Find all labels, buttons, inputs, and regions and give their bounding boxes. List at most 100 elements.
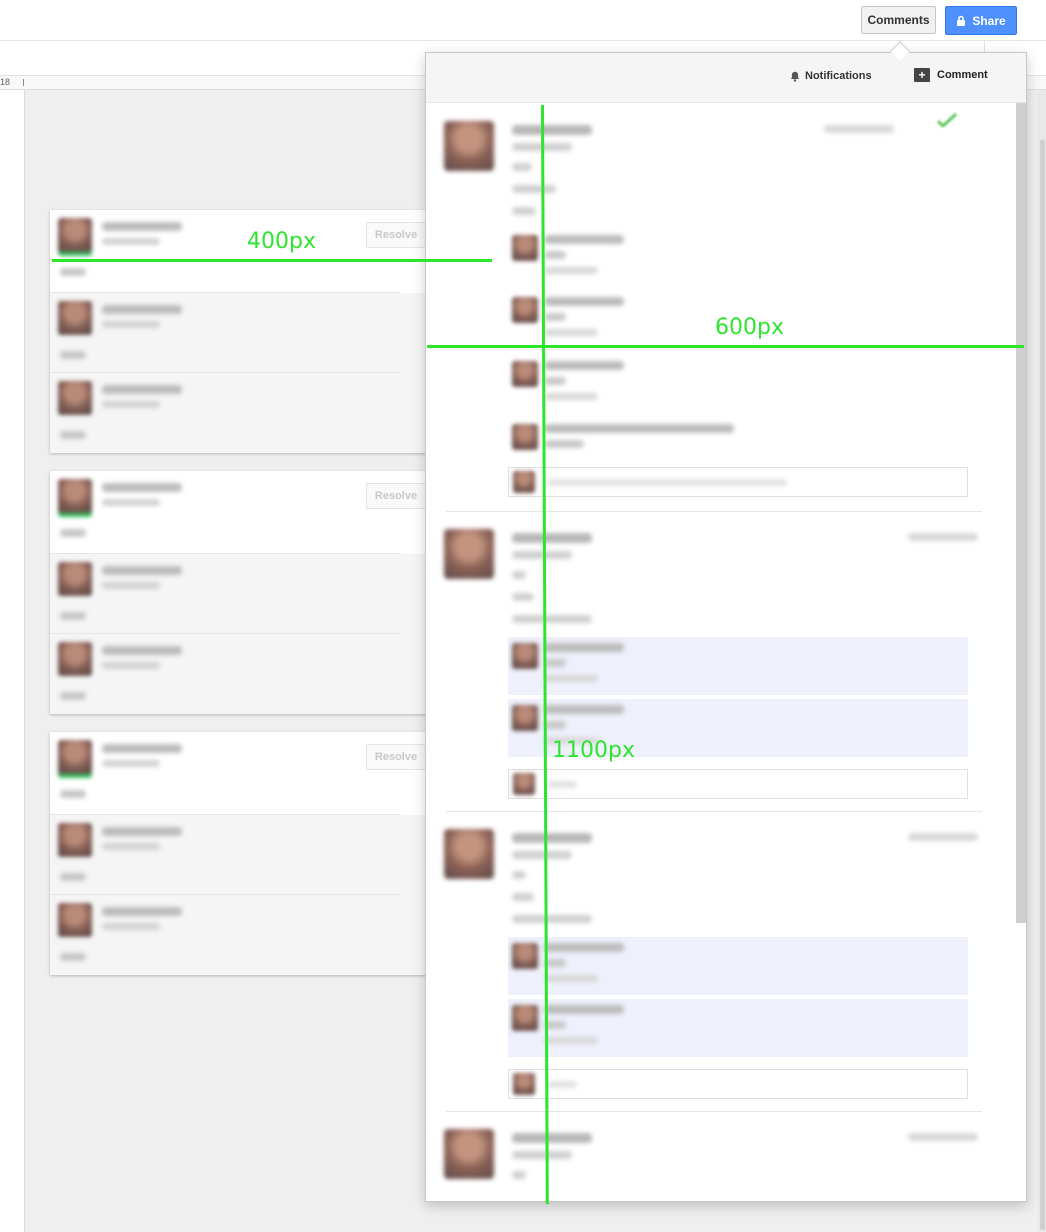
reply-text [544, 251, 566, 259]
author-name [102, 907, 182, 916]
avatar [58, 740, 92, 774]
resolve-button-label: Resolve [374, 229, 418, 241]
share-button[interactable]: Share [945, 6, 1017, 35]
author-name [512, 125, 592, 135]
comment-time [908, 1133, 978, 1141]
add-comment-icon: + [914, 68, 930, 82]
page-scrollbar-thumb[interactable] [1040, 140, 1045, 1230]
check-icon[interactable] [936, 113, 958, 127]
comment-thread-card[interactable]: Resolve [50, 732, 430, 975]
quoted-text [512, 851, 572, 859]
reply [508, 637, 968, 695]
notifications-label: Notifications [805, 70, 872, 82]
author-name [102, 305, 182, 314]
reply [508, 229, 968, 287]
comment-text [60, 268, 86, 276]
reply-text [544, 377, 566, 385]
quoted-text [512, 871, 526, 879]
comment-time [102, 321, 160, 328]
avatar [58, 903, 92, 937]
comment-time [102, 662, 160, 669]
author-name [102, 827, 182, 836]
resolve-button[interactable]: Resolve [366, 744, 426, 770]
comment-thread[interactable] [426, 1121, 1016, 1201]
avatar [58, 479, 92, 513]
measure-line-400 [52, 259, 492, 262]
comment-time [102, 843, 160, 850]
quoted-text [512, 163, 532, 171]
avatar [512, 1005, 538, 1031]
avatar [58, 823, 92, 857]
comment-thread[interactable] [426, 521, 1016, 811]
reply-input[interactable] [508, 769, 968, 799]
measure-label-400: 400px [247, 229, 316, 254]
comment-thread[interactable] [426, 113, 1016, 513]
comment-time [102, 238, 160, 245]
avatar [58, 381, 92, 415]
reply-input-placeholder [547, 1081, 577, 1088]
comment-text [512, 893, 534, 901]
author-name [512, 833, 592, 843]
author-name [544, 705, 624, 714]
comment-time [908, 833, 978, 841]
thread-reply [50, 554, 430, 634]
avatar [58, 562, 92, 596]
comment-time [102, 401, 160, 408]
comment-text [512, 207, 536, 215]
avatar [444, 121, 494, 171]
share-button-label: Share [972, 13, 1006, 28]
comment-time [102, 760, 160, 767]
comment-thread-card[interactable]: Resolve [50, 210, 430, 453]
reply-input[interactable] [508, 1069, 968, 1099]
author-name [544, 235, 624, 244]
author-name [102, 744, 182, 753]
reply-time [544, 329, 598, 336]
avatar [512, 297, 538, 323]
author-name [544, 643, 624, 652]
thread-reply [50, 373, 430, 453]
author-name [102, 385, 182, 394]
thread-comment: Resolve [50, 732, 430, 815]
top-bar: Comments Share [0, 0, 1046, 41]
comment-text [512, 185, 556, 193]
comment-text [60, 692, 86, 700]
comment-thread[interactable] [426, 821, 1016, 1111]
reply-input[interactable] [508, 467, 968, 497]
comments-button[interactable]: Comments [861, 6, 936, 34]
thread-divider [446, 811, 982, 812]
thread-comment: Resolve [50, 471, 430, 554]
resolve-button[interactable]: Resolve [366, 483, 426, 509]
author-name [512, 1133, 592, 1143]
comment-text [60, 351, 86, 359]
resolve-button[interactable]: Resolve [366, 222, 426, 248]
thread-divider [446, 511, 982, 512]
reply-time [544, 975, 598, 982]
author-name [544, 361, 624, 370]
measure-label-1100: 1100px [552, 738, 635, 763]
reply-text [544, 659, 566, 667]
add-comment-button[interactable]: + Comment [914, 68, 988, 82]
author-name [102, 483, 182, 492]
comment-time [102, 923, 160, 930]
notifications-button[interactable]: Notifications [790, 70, 872, 82]
comment-text [60, 873, 86, 881]
bell-icon [790, 71, 800, 82]
reply-time [544, 440, 584, 448]
thread-reply [50, 634, 430, 714]
add-comment-label: Comment [937, 69, 988, 81]
resolve-button-label: Resolve [374, 490, 418, 502]
comment-text [512, 593, 534, 601]
avatar [512, 705, 538, 731]
avatar [58, 301, 92, 335]
comment-thread-card[interactable]: Resolve [50, 471, 430, 714]
comment-time [824, 125, 894, 133]
measure-label-600: 600px [715, 315, 784, 340]
comment-text [512, 615, 592, 623]
reply-time [544, 1037, 598, 1044]
comments-button-label: Comments [867, 13, 930, 27]
avatar [512, 235, 538, 261]
reply [508, 937, 968, 995]
comments-scrollbar[interactable] [1016, 103, 1026, 923]
avatar [512, 643, 538, 669]
reply-time [544, 267, 598, 274]
